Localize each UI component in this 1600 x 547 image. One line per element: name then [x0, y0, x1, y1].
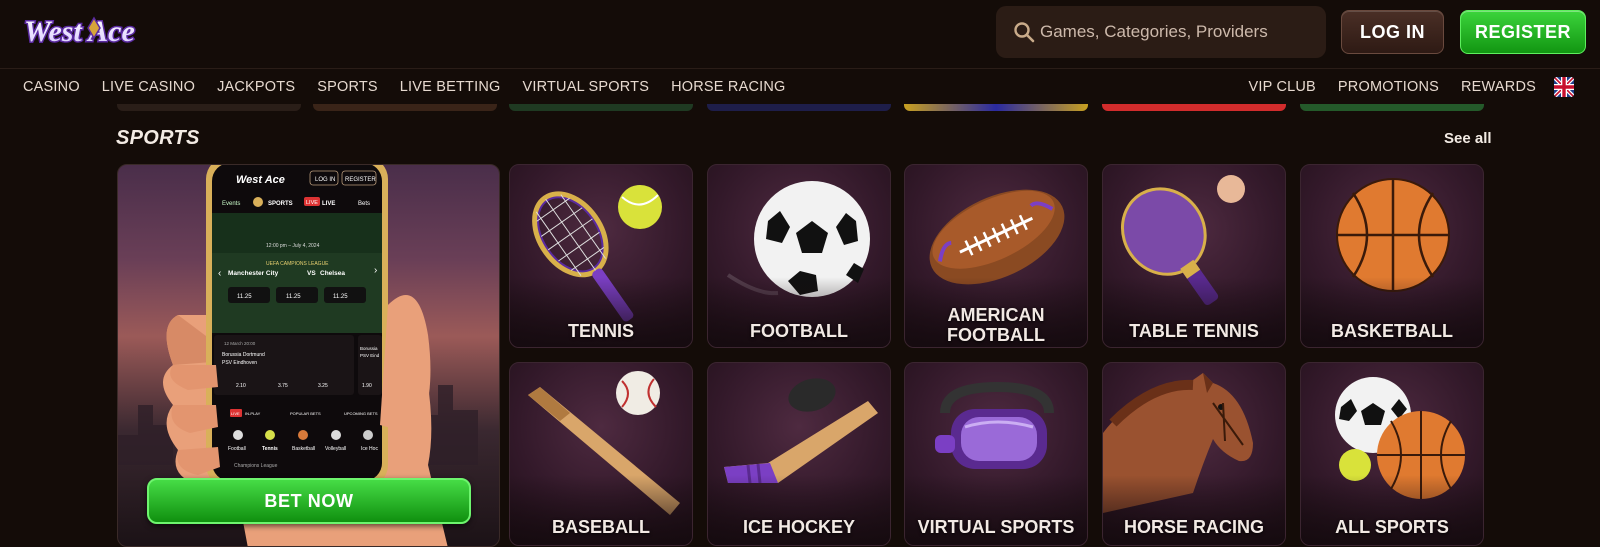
svg-text:PSV Eindhoven: PSV Eindhoven [222, 360, 257, 366]
svg-text:3.25: 3.25 [318, 383, 328, 389]
tile-label: BASKETBALL [1331, 321, 1453, 341]
tile-label: ALL SPORTS [1335, 517, 1449, 537]
tile-football[interactable]: FOOTBALL [707, 164, 891, 348]
tile-table-tennis[interactable]: TABLE TENNIS [1102, 164, 1286, 348]
carousel-peek [1102, 104, 1286, 111]
svg-text:Borussia: Borussia [360, 346, 378, 351]
tile-all-sports[interactable]: ALL SPORTS [1300, 362, 1484, 546]
see-all-link[interactable]: See all [1444, 130, 1492, 147]
tile-basketball[interactable]: BASKETBALL [1300, 164, 1484, 348]
nav-virtual-sports[interactable]: VIRTUAL SPORTS [522, 79, 649, 95]
svg-text:Borussia Dortmund: Borussia Dortmund [222, 352, 265, 358]
nav-live-betting[interactable]: LIVE BETTING [400, 79, 501, 95]
svg-text:Chelsea: Chelsea [320, 270, 345, 277]
svg-text:Ice Hoc: Ice Hoc [361, 446, 378, 452]
tile-label: FOOTBALL [750, 321, 848, 341]
svg-text:11.25: 11.25 [237, 294, 252, 300]
svg-text:LIVE: LIVE [231, 411, 240, 416]
svg-text:UPCOMING BETS: UPCOMING BETS [344, 411, 378, 416]
svg-text:VS: VS [307, 270, 316, 277]
nav-rewards[interactable]: REWARDS [1461, 79, 1536, 95]
tile-label: TENNIS [567, 321, 634, 341]
svg-text:UEFA CAMPIONS LEAGUE: UEFA CAMPIONS LEAGUE [266, 261, 329, 267]
carousel-peek [707, 104, 891, 111]
site-header: West Ace LOG IN REGISTER [0, 0, 1600, 66]
search-icon [1014, 22, 1035, 43]
svg-text:SPORTS: SPORTS [268, 201, 293, 207]
bet-now-button[interactable]: BET NOW [147, 478, 471, 524]
svg-text:West Ace: West Ace [24, 15, 135, 48]
tile-label: TABLE TENNIS [1129, 321, 1259, 341]
svg-text:Basketball: Basketball [292, 446, 315, 452]
tile-label: AMERICAN FOOTBALL [947, 305, 1045, 345]
carousel-peek [117, 104, 301, 111]
tile-label: BASEBALL [552, 517, 650, 537]
nav-horse-racing[interactable]: HORSE RACING [671, 79, 785, 95]
svg-text:Manchester City: Manchester City [228, 270, 279, 277]
svg-text:Tennis: Tennis [262, 446, 278, 452]
svg-text:REGISTER: REGISTER [345, 177, 376, 183]
svg-text:11.25: 11.25 [333, 294, 348, 300]
tile-american-football[interactable]: AMERICAN FOOTBALL [904, 164, 1088, 348]
login-button[interactable]: LOG IN [1341, 10, 1444, 54]
svg-text:Volleyball: Volleyball [325, 446, 346, 452]
tile-horse-racing[interactable]: HORSE RACING [1102, 362, 1286, 546]
carousel-peek [1300, 104, 1484, 111]
main-nav: CASINO LIVE CASINO JACKPOTS SPORTS LIVE … [0, 68, 1600, 104]
nav-right: VIP CLUB PROMOTIONS REWARDS [1227, 69, 1574, 105]
svg-text:1.90: 1.90 [362, 383, 372, 389]
tile-label: VIRTUAL SPORTS [917, 517, 1075, 537]
nav-jackpots[interactable]: JACKPOTS [217, 79, 295, 95]
svg-text:3.75: 3.75 [278, 383, 288, 389]
carousel-peek [509, 104, 693, 111]
nav-casino[interactable]: CASINO [23, 79, 80, 95]
svg-text:LIVE: LIVE [322, 201, 335, 207]
svg-text:12 March 20:00: 12 March 20:00 [224, 341, 256, 346]
svg-text:Bets: Bets [358, 201, 370, 207]
carousel-peek [313, 104, 497, 111]
svg-text:›: › [374, 265, 377, 276]
tile-baseball[interactable]: BASEBALL [509, 362, 693, 546]
svg-text:12:00 pm – July 4, 2024: 12:00 pm – July 4, 2024 [266, 243, 320, 249]
nav-promotions[interactable]: PROMOTIONS [1338, 79, 1439, 95]
uk-flag-icon[interactable] [1554, 77, 1574, 97]
svg-text:PSV Eind: PSV Eind [360, 353, 380, 358]
svg-text:Events: Events [222, 201, 240, 207]
svg-text:IN-PLAY: IN-PLAY [245, 411, 261, 416]
section-title: SPORTS [116, 127, 200, 149]
svg-text:West Ace: West Ace [236, 174, 285, 186]
nav-live-casino[interactable]: LIVE CASINO [102, 79, 195, 95]
svg-text:Champions League: Champions League [234, 463, 278, 469]
register-button[interactable]: REGISTER [1460, 10, 1586, 54]
tile-virtual-sports[interactable]: VIRTUAL SPORTS [904, 362, 1088, 546]
tile-label: ICE HOCKEY [742, 517, 856, 537]
svg-text:11.25: 11.25 [286, 294, 301, 300]
svg-text:LIVE: LIVE [306, 200, 318, 206]
west-ace-logo[interactable]: West Ace [22, 8, 162, 58]
tile-ice-hockey[interactable]: ICE HOCKEY [707, 362, 891, 546]
tile-tennis[interactable]: TENNIS [509, 164, 693, 348]
nav-sports[interactable]: SPORTS [317, 79, 378, 95]
svg-text:LOG IN: LOG IN [315, 177, 335, 183]
svg-text:2.10: 2.10 [236, 383, 246, 389]
carousel-peek [904, 104, 1088, 111]
nav-vip-club[interactable]: VIP CLUB [1249, 79, 1316, 95]
search-input[interactable] [1040, 16, 1310, 48]
svg-text:‹: ‹ [218, 268, 221, 279]
svg-text:Football: Football [228, 446, 246, 452]
search-bar[interactable] [996, 6, 1326, 58]
nav-left: CASINO LIVE CASINO JACKPOTS SPORTS LIVE … [23, 69, 808, 105]
tile-label: HORSE RACING [1123, 517, 1264, 537]
svg-text:POPULAR BETS: POPULAR BETS [290, 411, 321, 416]
